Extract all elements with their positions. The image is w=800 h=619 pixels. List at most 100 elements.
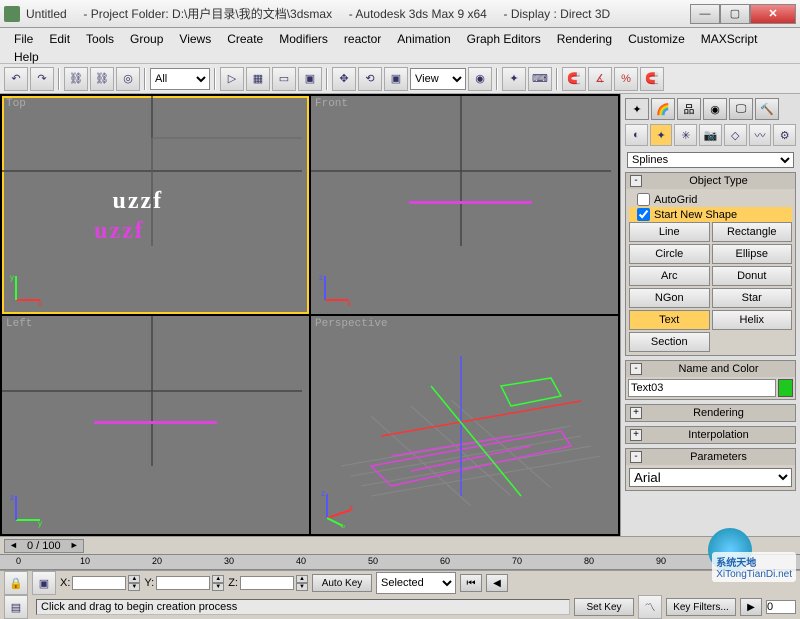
viewport-front[interactable]: Front x z (311, 96, 618, 314)
rollout-header[interactable]: + Interpolation (626, 427, 795, 443)
font-dropdown[interactable]: Arial (629, 468, 792, 487)
maximize-button[interactable]: ▢ (720, 4, 750, 24)
menu-grapheditors[interactable]: Graph Editors (459, 30, 549, 48)
rectangle-button[interactable]: Rectangle (712, 222, 793, 242)
autogrid-check[interactable] (637, 193, 650, 206)
text-button[interactable]: Text (629, 310, 710, 330)
circle-button[interactable]: Circle (629, 244, 710, 264)
menu-file[interactable]: File (6, 30, 41, 48)
helpers-icon[interactable]: ◇ (724, 124, 747, 146)
collapse-icon[interactable]: - (630, 451, 642, 463)
rollout-header[interactable]: - Name and Color (626, 361, 795, 377)
viewport-perspective[interactable]: Perspective (311, 316, 618, 534)
line-button[interactable]: Line (629, 222, 710, 242)
object-name-input[interactable] (628, 379, 776, 397)
x-spinner[interactable]: ▲▼ (128, 575, 140, 591)
collapse-icon[interactable]: - (630, 175, 642, 187)
menu-animation[interactable]: Animation (389, 30, 458, 48)
ref-coord-dropdown[interactable]: View (410, 68, 466, 90)
menu-group[interactable]: Group (122, 30, 171, 48)
select-name-button[interactable]: ▦ (246, 67, 270, 91)
select-button[interactable]: ▷ (220, 67, 244, 91)
shape-category-dropdown[interactable]: Splines (627, 152, 794, 168)
menu-modifiers[interactable]: Modifiers (271, 30, 336, 48)
current-frame-input[interactable] (766, 600, 796, 614)
menu-tools[interactable]: Tools (78, 30, 122, 48)
viewport-top[interactable]: Top uzzf uzzf x y (2, 96, 309, 314)
goto-start-button[interactable]: ⏮ (460, 574, 482, 592)
time-ruler[interactable]: 0 10 20 30 40 50 60 70 80 90 100 (0, 554, 800, 570)
rollout-header[interactable]: + Rendering (626, 405, 795, 421)
rollout-header[interactable]: - Object Type (626, 173, 795, 189)
link-button[interactable]: ⛓ (64, 67, 88, 91)
geometry-icon[interactable]: ◐ (625, 124, 648, 146)
script-listener-icon[interactable]: ▤ (4, 595, 28, 619)
menu-customize[interactable]: Customize (620, 30, 693, 48)
keymode-dropdown[interactable]: Selected (376, 572, 456, 594)
collapse-icon[interactable]: - (630, 363, 642, 375)
menu-views[interactable]: Views (171, 30, 219, 48)
start-new-shape-checkbox[interactable]: Start New Shape (629, 207, 792, 222)
hierarchy-tab[interactable]: 品 (677, 98, 701, 120)
undo-button[interactable]: ↶ (4, 67, 28, 91)
expand-icon[interactable]: + (630, 429, 642, 441)
color-swatch[interactable] (778, 379, 793, 397)
pivot-button[interactable]: ◉ (468, 67, 492, 91)
section-button[interactable]: Section (629, 332, 710, 352)
lights-icon[interactable]: ✳ (674, 124, 697, 146)
percent-snap-button[interactable]: % (614, 67, 638, 91)
star-button[interactable]: Star (712, 288, 793, 308)
bind-button[interactable]: ◎ (116, 67, 140, 91)
isolate-icon[interactable]: ▣ (32, 571, 56, 595)
prev-frame-button[interactable]: ◀ (486, 574, 508, 592)
y-input[interactable] (156, 576, 210, 590)
rollout-header[interactable]: - Parameters (626, 449, 795, 465)
arc-button[interactable]: Arc (629, 266, 710, 286)
menu-edit[interactable]: Edit (41, 30, 78, 48)
ngon-button[interactable]: NGon (629, 288, 710, 308)
modify-tab[interactable]: 🌈 (651, 98, 675, 120)
utilities-tab[interactable]: 🔨 (755, 98, 779, 120)
cameras-icon[interactable]: 📷 (699, 124, 722, 146)
z-input[interactable] (240, 576, 294, 590)
scale-button[interactable]: ▣ (384, 67, 408, 91)
keymode-button[interactable]: ⌨ (528, 67, 552, 91)
viewport-left[interactable]: Left y z (2, 316, 309, 534)
motion-tab[interactable]: ◉ (703, 98, 727, 120)
create-tab[interactable]: ✦ (625, 98, 649, 120)
keyfilters-button[interactable]: Key Filters... (666, 598, 736, 616)
manip-button[interactable]: ✦ (502, 67, 526, 91)
display-tab[interactable]: 🖵 (729, 98, 753, 120)
autokey-button[interactable]: Auto Key (312, 574, 372, 592)
systems-icon[interactable]: ⚙ (773, 124, 796, 146)
y-spinner[interactable]: ▲▼ (212, 575, 224, 591)
menu-reactor[interactable]: reactor (336, 30, 389, 48)
z-spinner[interactable]: ▲▼ (296, 575, 308, 591)
lock-icon[interactable]: 🔒 (4, 571, 28, 595)
move-button[interactable]: ✥ (332, 67, 356, 91)
spinner-snap-button[interactable]: 🧲 (640, 67, 664, 91)
shapes-icon[interactable]: ✦ (650, 124, 673, 146)
autogrid-checkbox[interactable]: AutoGrid (629, 192, 792, 207)
x-input[interactable] (72, 576, 126, 590)
donut-button[interactable]: Donut (712, 266, 793, 286)
time-slider[interactable]: 0 / 100 (4, 539, 84, 553)
window-crossing-button[interactable]: ▣ (298, 67, 322, 91)
named-selection-dropdown[interactable]: All (150, 68, 210, 90)
menu-create[interactable]: Create (219, 30, 271, 48)
redo-button[interactable]: ↷ (30, 67, 54, 91)
rotate-button[interactable]: ⟲ (358, 67, 382, 91)
angle-snap-button[interactable]: ∡ (588, 67, 612, 91)
expand-icon[interactable]: + (630, 407, 642, 419)
menu-maxscript[interactable]: MAXScript (693, 30, 766, 48)
play-button[interactable]: ▶ (740, 598, 762, 616)
startnew-check[interactable] (637, 208, 650, 221)
category-select[interactable]: Splines (627, 152, 794, 168)
select-region-button[interactable]: ▭ (272, 67, 296, 91)
menu-rendering[interactable]: Rendering (549, 30, 620, 48)
helix-button[interactable]: Helix (712, 310, 793, 330)
spacewarps-icon[interactable]: 〰 (749, 124, 772, 146)
menu-help[interactable]: Help (6, 48, 47, 66)
ellipse-button[interactable]: Ellipse (712, 244, 793, 264)
keyfilter-icon[interactable]: 〽 (638, 595, 662, 619)
